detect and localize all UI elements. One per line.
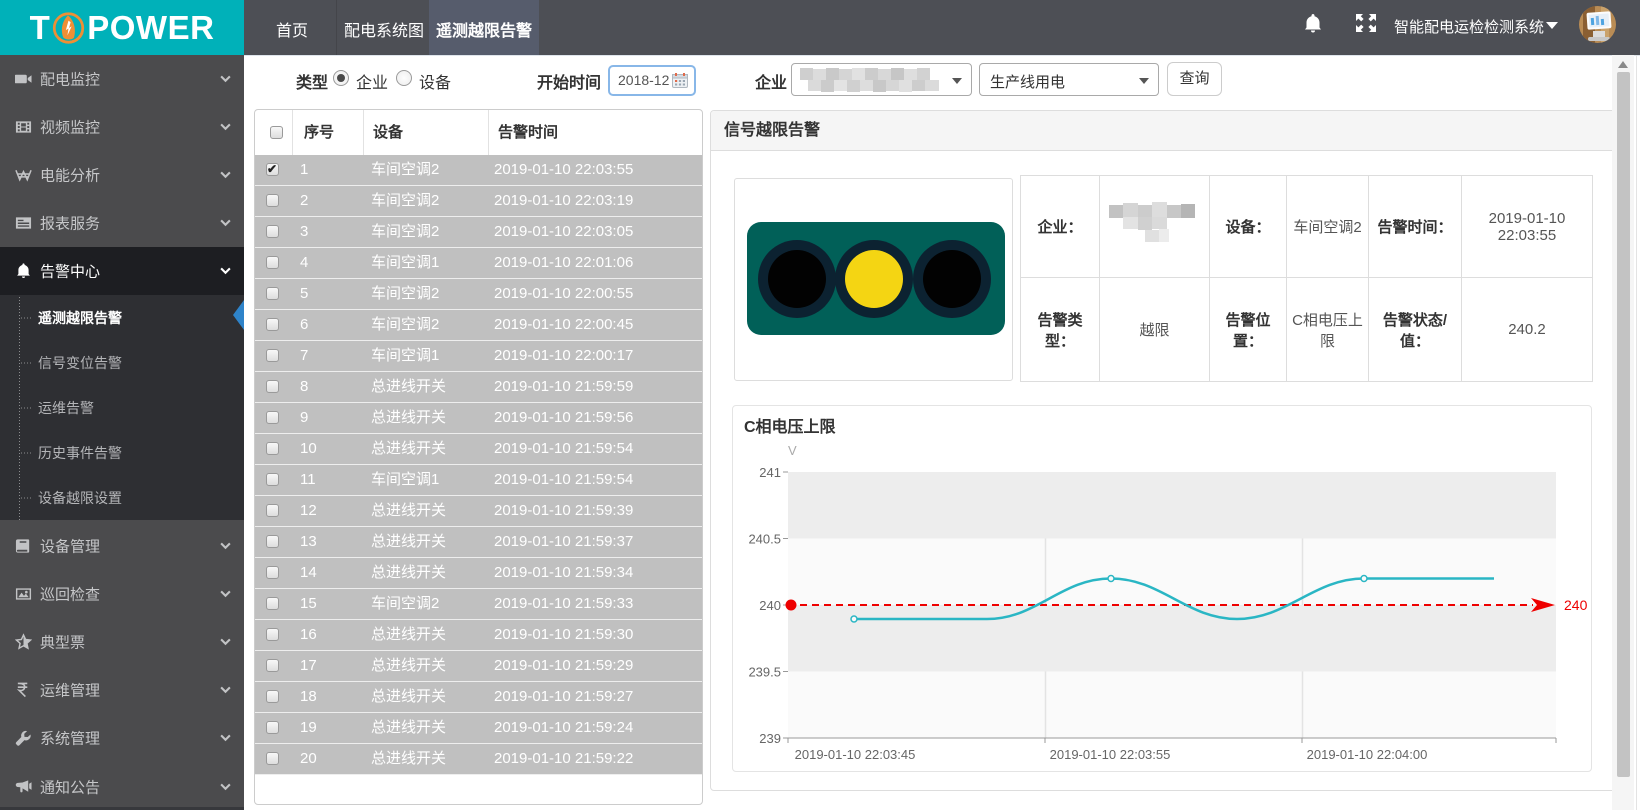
svg-text:239.5: 239.5: [748, 665, 781, 680]
svg-text:V: V: [788, 443, 797, 458]
svg-text:239: 239: [759, 731, 781, 746]
svg-text:240: 240: [759, 598, 781, 613]
svg-text:2019-01-10 22:04:00: 2019-01-10 22:04:00: [1307, 747, 1428, 762]
svg-text:2019-01-10 22:03:55: 2019-01-10 22:03:55: [1050, 747, 1171, 762]
svg-text:240: 240: [1564, 597, 1588, 613]
svg-text:2019-01-10 22:03:45: 2019-01-10 22:03:45: [795, 747, 916, 762]
svg-text:241: 241: [759, 465, 781, 480]
svg-text:240.5: 240.5: [748, 532, 781, 547]
